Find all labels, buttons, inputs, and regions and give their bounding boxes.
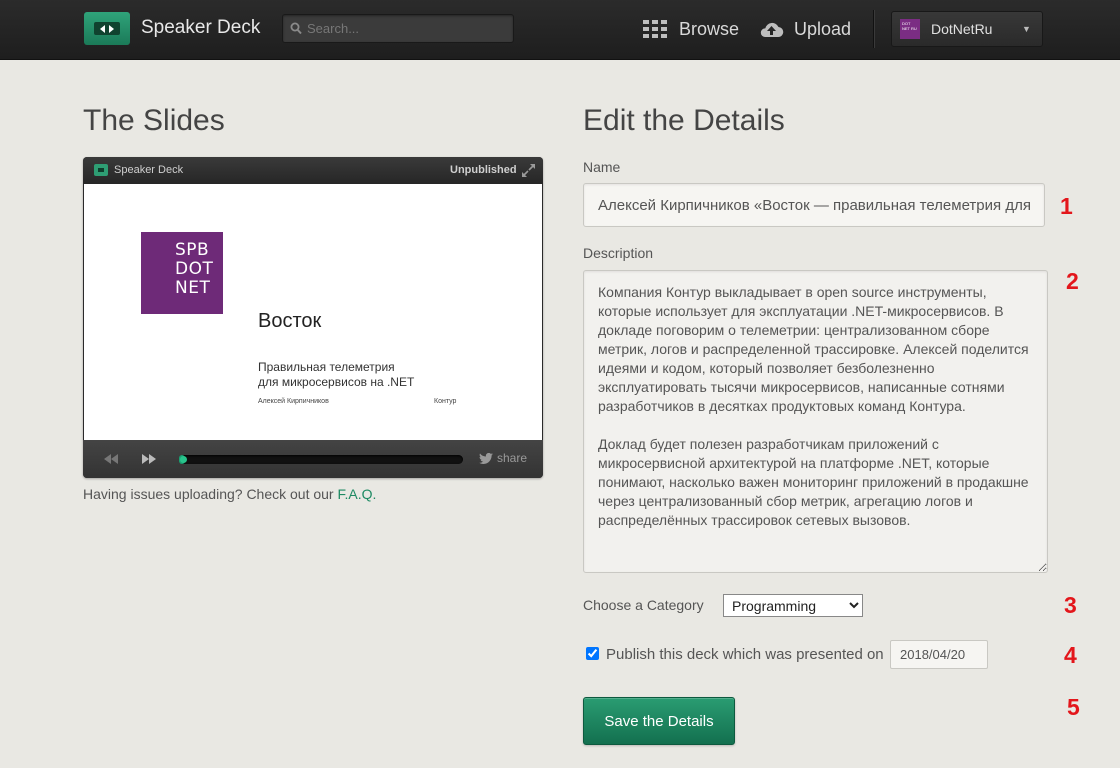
description-label: Description: [583, 245, 654, 261]
share-label: share: [497, 451, 528, 465]
speaker-deck-mini-icon: [94, 164, 108, 176]
twitter-bird-icon: [479, 452, 493, 464]
slide-company: Контур: [434, 398, 457, 405]
upload-link[interactable]: Upload: [759, 17, 851, 41]
upload-label: Upload: [794, 18, 852, 39]
annotation-marker: 5: [1067, 694, 1080, 720]
slide-preview[interactable]: SPB DOT NET Восток Правильная телеметрия…: [84, 184, 542, 440]
player-brand: Speaker Deck: [114, 164, 184, 176]
slide-subtitle: Правильная телеметрия для микросервисов …: [258, 360, 415, 389]
presented-date-input[interactable]: [890, 640, 988, 669]
upload-help-text: Having issues uploading? Check out our F…: [83, 486, 377, 502]
browse-link[interactable]: Browse: [643, 17, 739, 41]
annotation-marker: 1: [1060, 193, 1073, 219]
player-controls: share: [83, 440, 543, 478]
previous-icon[interactable]: [103, 454, 119, 464]
slides-heading: The Slides: [83, 104, 225, 137]
avatar: DOT NET RU: [900, 19, 920, 39]
details-heading: Edit the Details: [583, 104, 785, 137]
spb-dotnet-logo: SPB DOT NET: [141, 232, 223, 314]
share-button[interactable]: share: [479, 451, 527, 465]
progress-bar[interactable]: [179, 455, 463, 464]
player-header: Speaker Deck Unpublished: [83, 157, 543, 184]
publish-checkbox[interactable]: [586, 647, 599, 660]
annotation-marker: 4: [1064, 642, 1077, 668]
annotation-marker: 3: [1064, 592, 1077, 618]
category-select[interactable]: Programming: [723, 594, 863, 617]
status-badge: Unpublished: [450, 164, 517, 176]
brand-name[interactable]: Speaker Deck: [141, 17, 260, 39]
grid-icon: [643, 20, 667, 38]
navbar-divider: [873, 10, 874, 48]
search-box: [282, 14, 514, 43]
account-menu[interactable]: DOT NET RU DotNetRu ▼: [891, 11, 1043, 47]
name-input[interactable]: [583, 183, 1045, 227]
slide-title: Восток: [258, 310, 322, 332]
annotation-marker: 2: [1066, 268, 1079, 294]
name-label: Name: [583, 159, 621, 175]
search-input[interactable]: [307, 15, 507, 42]
progress-handle[interactable]: [180, 456, 187, 463]
slide-author: Алексей Кирпичников: [258, 398, 329, 405]
browse-label: Browse: [679, 18, 740, 39]
caret-down-icon: ▼: [1022, 24, 1031, 34]
next-icon[interactable]: [141, 454, 157, 464]
account-name: DotNetRu: [931, 21, 993, 37]
category-label: Choose a Category: [583, 597, 704, 613]
slide-player: Speaker Deck Unpublished SPB DOT NET Вос…: [83, 157, 543, 478]
faq-link[interactable]: F.A.Q.: [338, 486, 377, 502]
description-textarea[interactable]: Компания Контур выкладывает в open sourc…: [583, 270, 1048, 573]
search-icon: [290, 22, 302, 35]
top-navbar: Speaker Deck Browse Upload DOT NET RU Do…: [0, 0, 1120, 60]
fullscreen-icon[interactable]: [522, 164, 535, 177]
save-details-button[interactable]: Save the Details: [583, 697, 735, 745]
publish-label: Publish this deck which was presented on: [606, 646, 884, 663]
speaker-deck-logo-icon[interactable]: [84, 12, 130, 45]
cloud-upload-icon: [760, 22, 784, 38]
